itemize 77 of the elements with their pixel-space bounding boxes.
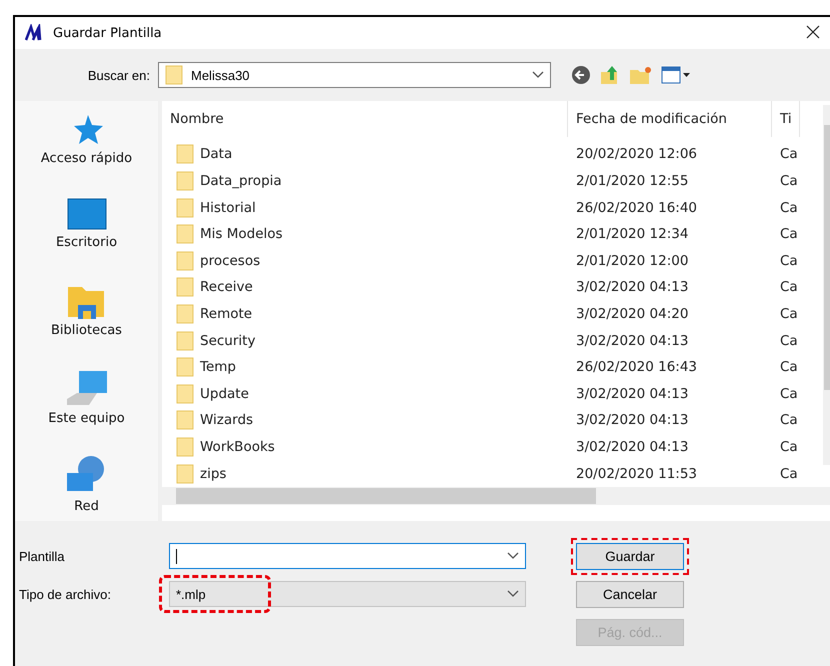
computer-icon: [64, 369, 108, 407]
file-type-dropdown[interactable]: *.mlp: [169, 581, 526, 607]
file-name[interactable]: zips: [200, 466, 226, 482]
file-name[interactable]: Data: [200, 146, 232, 162]
folder-icon: [176, 198, 194, 218]
file-name[interactable]: Security: [200, 332, 256, 349]
folder-icon: [176, 437, 194, 457]
view-menu-icon[interactable]: [661, 66, 691, 84]
table-cell-text: 2/01/2020 12:00: [575, 252, 690, 269]
file-name[interactable]: Data_propia: [200, 172, 282, 189]
table-cell-text: Ca: [779, 146, 799, 162]
folder-icon: [176, 410, 194, 430]
table-cell-text: Ca: [779, 386, 799, 402]
table-cell-text: 20/02/2020 12:06: [575, 146, 698, 162]
file-name[interactable]: Remote: [200, 306, 252, 322]
table-cell-text: Ca: [779, 226, 799, 242]
desktop-icon: [66, 197, 106, 231]
folder-icon: [176, 144, 194, 164]
folder-icon: [176, 250, 194, 271]
table-cell-text: Ca: [779, 439, 799, 455]
place-item[interactable]: Escritorio: [56, 197, 118, 263]
table-cell-text: Ca: [779, 200, 799, 216]
table-cell-text: 20/02/2020 11:53: [575, 466, 698, 482]
file-name[interactable]: Receive: [200, 279, 253, 296]
table-cell-text: 26/02/2020 16:43: [575, 359, 698, 376]
table-cell-text: 3/02/2020 04:13: [575, 439, 690, 455]
look-in-dropdown[interactable]: Melissa30: [158, 62, 551, 88]
column-header[interactable]: Fecha de modificación: [568, 101, 772, 137]
table-cell-text: Ca: [779, 466, 799, 482]
file-name[interactable]: Historial: [200, 200, 256, 216]
folder-icon: [176, 330, 194, 351]
folder-icon: [176, 384, 194, 404]
file-name[interactable]: WorkBooks: [200, 439, 275, 455]
dropdown-caret-icon[interactable]: [507, 552, 519, 560]
table-cell-text: 26/02/2020 16:40: [575, 200, 698, 216]
place-item[interactable]: Acceso rápido: [40, 111, 132, 177]
table-cell-text: Ca: [779, 412, 799, 428]
file-name[interactable]: procesos: [200, 252, 260, 269]
folder-icon: [176, 304, 194, 324]
cancel-button[interactable]: Cancelar: [576, 580, 684, 608]
table-cell-text: 2/01/2020 12:55: [575, 172, 690, 189]
table-cell-text: 3/02/2020 04:13: [575, 279, 690, 296]
place-item[interactable]: Bibliotecas: [51, 283, 122, 349]
new-folder-icon[interactable]: [629, 65, 653, 85]
folder-icon: [176, 464, 194, 484]
filename-field[interactable]: [169, 543, 526, 569]
folder-icon: [176, 357, 194, 378]
dropdown-caret-icon[interactable]: [532, 71, 544, 79]
folder-icon: [165, 65, 183, 85]
folder-icon: [176, 277, 194, 298]
file-type-label: Tipo de archivo:: [19, 586, 112, 602]
window-title: Guardar Plantilla: [53, 26, 162, 40]
folder-icon: [176, 170, 194, 191]
column-header[interactable]: Nombre: [162, 101, 568, 137]
table-cell-text: Ca: [779, 172, 799, 189]
table-cell-text: Ca: [779, 252, 799, 269]
dropdown-caret-icon[interactable]: [507, 590, 519, 598]
table-cell-text: Ca: [779, 279, 799, 296]
file-name[interactable]: Wizards: [200, 412, 254, 428]
table-cell-text: Ca: [779, 306, 799, 322]
folder-icon: [176, 224, 194, 244]
filename-label: Plantilla: [19, 548, 66, 564]
column-header[interactable]: Ti: [772, 101, 800, 137]
place-item[interactable]: Este equipo: [48, 369, 125, 435]
look-in-label: Buscar en:: [86, 68, 151, 82]
table-cell-text: 3/02/2020 04:13: [575, 332, 690, 349]
table-cell-text: 3/02/2020 04:20: [575, 306, 690, 322]
place-item[interactable]: Red: [64, 455, 108, 521]
table-cell-text: 3/02/2020 04:13: [575, 412, 690, 428]
table-cell-text: 3/02/2020 04:13: [575, 386, 690, 402]
table-cell-text: 2/01/2020 12:34: [575, 226, 690, 242]
file-name[interactable]: Mis Modelos: [200, 226, 283, 242]
back-icon[interactable]: [571, 65, 591, 85]
table-cell-text: Ca: [779, 359, 799, 376]
file-name[interactable]: Temp: [200, 359, 236, 376]
file-name[interactable]: Update: [200, 386, 249, 402]
table-cell-text: Ca: [779, 332, 799, 349]
